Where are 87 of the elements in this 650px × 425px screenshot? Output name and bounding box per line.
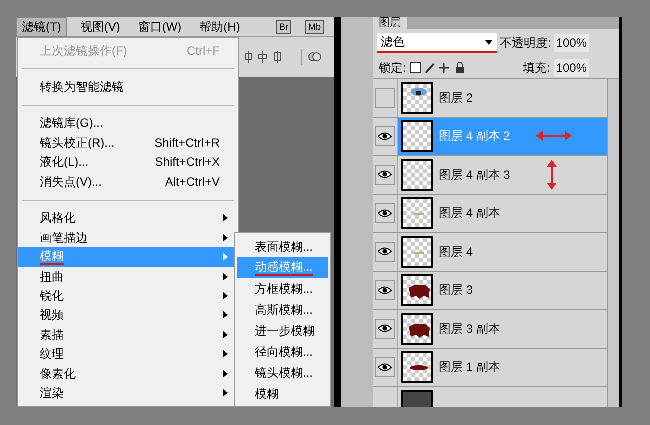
eye-icon [378,247,392,256]
layer-thumbnail [401,236,433,268]
submenu-arrow-icon [223,330,228,339]
eye-icon [378,362,392,372]
layer-thumbnail [401,351,433,384]
layer-row[interactable]: 图层 1 副本 [373,348,607,387]
menu-item[interactable]: 液化(L)... Shift+Ctrl+X [18,152,238,172]
fill-field[interactable]: 100% [554,58,589,76]
submenu-arrow-icon [223,234,228,242]
eye-icon [378,208,392,218]
layer-name: 图层 4 [439,244,474,261]
layer-thumbnail [401,312,433,345]
visibility-toggle[interactable] [375,164,395,185]
double-arrow-icon [536,130,572,142]
submenu-arrow-icon [223,214,228,222]
submenu-item[interactable]: 风格化 [18,208,238,228]
menu-title[interactable]: 帮助(H) [194,16,246,36]
layer-thumbnail [401,120,433,152]
submenu-item[interactable]: 扭曲 [18,266,238,286]
submenu-item[interactable]: 视频 [18,306,238,326]
submenu-item[interactable]: 表面模糊... [237,236,328,257]
submenu-item[interactable]: 素描 [18,325,238,345]
submenu-arrow-icon [223,370,228,378]
dropdown-caret-icon [485,40,493,44]
layer-name: 图层 3 [439,282,474,300]
submenu-item[interactable]: 渲染 [18,384,238,404]
menu-item[interactable]: 镜头校正(R)... Shift+Ctrl+R [18,133,238,153]
visibility-toggle[interactable] [375,203,395,224]
layer-thumbnail [401,274,433,306]
menu-title[interactable]: 窗口(W) [133,16,187,36]
submenu-item[interactable]: 方框模糊... [237,278,328,299]
opacity-field[interactable]: 100% [554,34,590,52]
submenu-item[interactable]: 画笔描边 [18,228,238,248]
double-arrow-icon [546,160,558,190]
submenu-item[interactable]: 进一步模糊 [237,320,328,341]
layer-name: 图层 1 副本 [439,359,500,376]
submenu-item[interactable]: 径向模糊... [237,341,328,362]
layer-name: 图层 3 副本 [439,320,500,338]
visibility-toggle[interactable] [375,242,395,262]
layer-thumbnail [401,158,433,191]
app-launch-button[interactable]: Br [276,20,292,34]
layer-row[interactable]: 图层 2 [373,79,607,118]
submenu-item[interactable]: 高斯模糊... [237,299,328,320]
panel-tab[interactable]: 图层 [373,17,407,29]
menu-title[interactable]: 滤镜(T) [16,16,68,36]
visibility-toggle[interactable] [375,126,395,146]
visibility-toggle[interactable] [375,357,395,378]
submenu-item[interactable]: 像素化 [18,364,238,384]
submenu-item[interactable]: 模糊 [237,383,328,404]
submenu-arrow-icon [223,253,228,262]
submenu-arrow-icon [223,350,228,358]
submenu-arrow-icon [223,311,228,320]
visibility-toggle[interactable] [375,318,395,339]
fill-label: 填充: [522,60,550,76]
layer-row[interactable]: 图层 3 副本 [373,310,607,348]
submenu-item[interactable]: 纹理 [18,344,238,364]
eye-icon [378,170,392,180]
app-launch-button[interactable]: Mb [305,20,324,34]
layer-thumbnail [401,82,433,114]
submenu-item[interactable]: 锐化 [18,286,238,306]
scrollbar[interactable] [607,79,619,407]
layer-row[interactable]: 图层 4 副本 3 [373,156,607,194]
layer-row[interactable]: 图层 4 副本 [373,194,607,233]
visibility-toggle[interactable] [375,280,395,300]
menu-item[interactable]: 转换为智能滤镜 [18,77,238,97]
layer-name: 图层 4 副本 3 [439,166,510,184]
menu-item[interactable]: 消失点(V)... Alt+Ctrl+V [18,172,238,192]
menu-item[interactable]: 滤镜库(G)... [18,114,238,134]
layer-name: 图层 2 [439,90,474,107]
layer-row[interactable]: 图层 4 [373,233,607,272]
submenu-item[interactable]: 镜头模糊... [237,362,328,383]
eye-icon [378,324,392,334]
submenu-arrow-icon [223,272,228,281]
eye-icon [378,286,392,295]
eye-icon [378,132,392,141]
blend-mode-dropdown[interactable]: 滤色 [377,33,497,53]
submenu-arrow-icon [223,292,228,300]
layer-thumbnail [401,197,433,230]
visibility-toggle[interactable] [375,88,395,108]
lock-label: 锁定: [379,60,406,76]
opacity-label: 不透明度: [500,35,552,52]
layer-name: 图层 4 副本 2 [439,128,510,146]
mask-icon [308,50,322,64]
layer-name: 图层 4 副本 [439,205,500,222]
menu-title[interactable]: 视图(V) [75,16,126,36]
submenu-arrow-icon [223,389,228,398]
layer-row[interactable]: 图层 3 [373,272,607,310]
